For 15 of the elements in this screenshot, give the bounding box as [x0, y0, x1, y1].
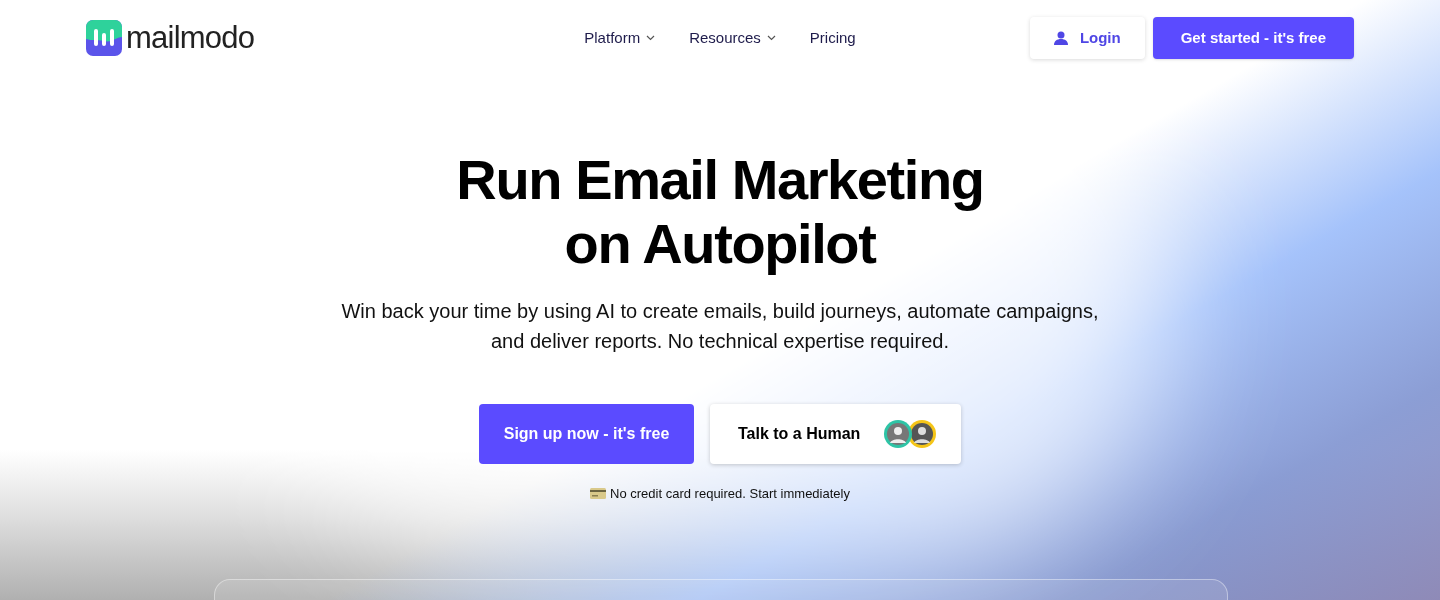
- nav-link[interactable]: Resources: [689, 26, 776, 50]
- nav-link[interactable]: Platform: [584, 26, 656, 50]
- hero-title: Run Email Marketing on Autopilot: [456, 148, 984, 276]
- logo-icon: [86, 20, 122, 56]
- avatars-icon: [883, 419, 937, 449]
- logo-wordmark[interactable]: mailmodo: [126, 14, 255, 62]
- no-credit-card-note: No credit card required. Start immediately: [610, 485, 850, 503]
- talk-to-human-button[interactable]: Talk to a Human: [710, 404, 961, 464]
- user-icon: [1053, 31, 1068, 45]
- nav-link[interactable]: Pricing: [809, 26, 856, 50]
- sign-up-button[interactable]: Sign up now - it's free: [479, 404, 694, 464]
- hero-subtitle: Win back your time by using AI to create emails, build journeys, automate campaigns, and deliver reports. No technical expertise required.: [340, 299, 1100, 354]
- get-started-button[interactable]: Get started - it's free: [1152, 17, 1354, 59]
- login-button[interactable]: Login: [1029, 17, 1145, 59]
- credit-card-icon: [590, 488, 607, 500]
